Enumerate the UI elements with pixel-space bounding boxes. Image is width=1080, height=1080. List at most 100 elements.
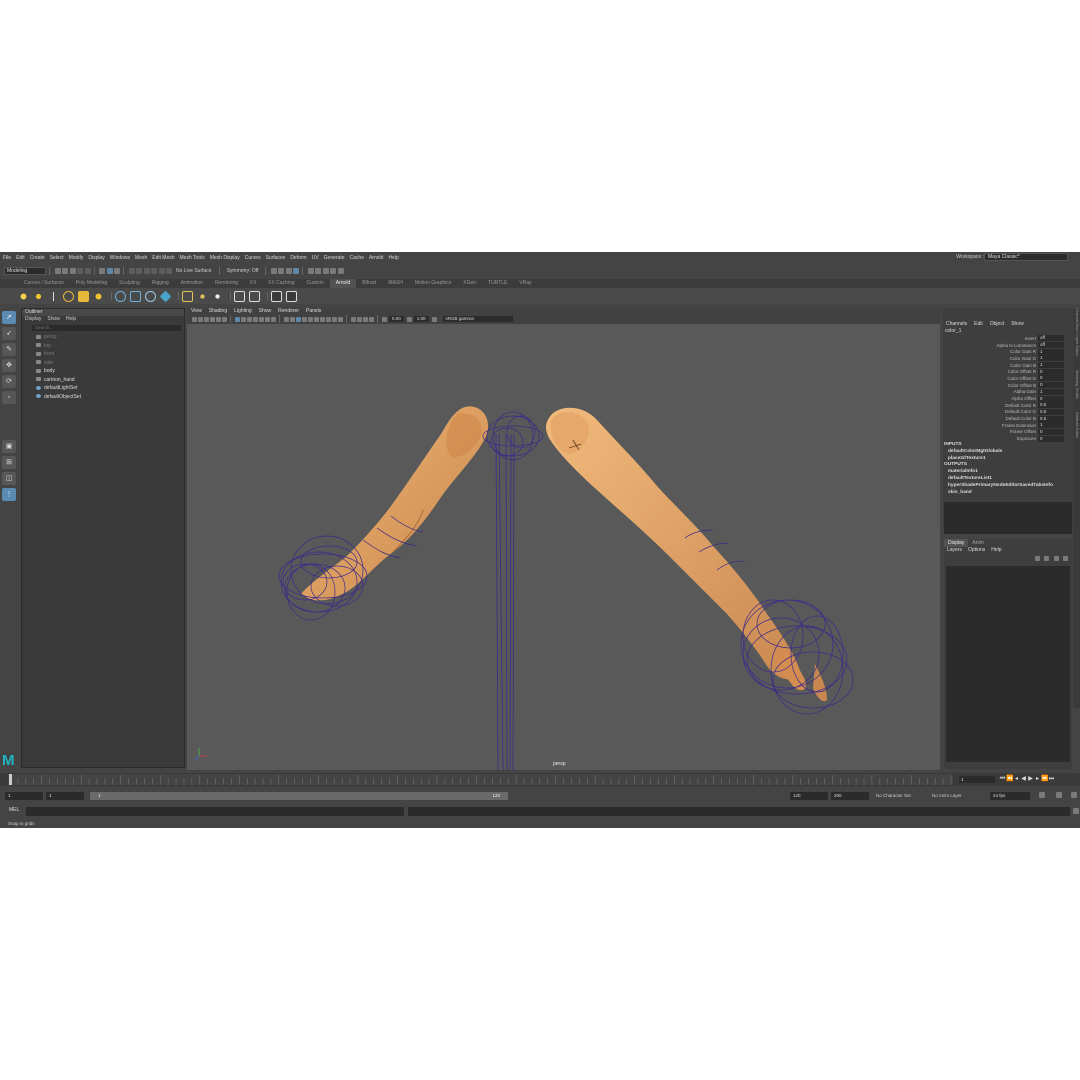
shelf-tab-vray[interactable]: VRay bbox=[513, 279, 537, 288]
viewport-menu-shading[interactable]: Shading bbox=[209, 308, 227, 314]
skydome-light-icon[interactable] bbox=[18, 290, 29, 302]
menu-mesh-tools[interactable]: Mesh Tools bbox=[180, 255, 205, 261]
select-tool-icon[interactable]: ➚ bbox=[2, 311, 16, 324]
symmetry-field[interactable]: Symmetry: Off bbox=[227, 268, 259, 274]
wireframe-on-shaded-icon[interactable] bbox=[296, 316, 301, 322]
light-portal-icon[interactable] bbox=[78, 290, 89, 302]
snap-point-icon[interactable] bbox=[143, 267, 150, 274]
shelf-tab-bifrost[interactable]: Bifrost bbox=[356, 279, 382, 288]
output-node[interactable]: hyperShadePrimaryNodeEditorSavedTabsInfo bbox=[943, 483, 1078, 490]
channel-attr-value[interactable]: 0.5 bbox=[1038, 415, 1064, 422]
camera-attr-icon[interactable] bbox=[198, 316, 203, 322]
channel-attr-row[interactable]: Alpha Is Luminance off bbox=[943, 342, 1078, 349]
current-frame-field[interactable]: 1 bbox=[959, 776, 995, 783]
outliner-menu-display[interactable]: Display bbox=[25, 316, 41, 322]
layer-tab-display[interactable]: Display bbox=[944, 539, 969, 547]
xray-active-icon[interactable] bbox=[369, 316, 374, 322]
step-forward-key-icon[interactable]: ⏩ bbox=[1041, 776, 1048, 783]
render-frame-icon[interactable] bbox=[285, 267, 292, 274]
smooth-shade-icon[interactable] bbox=[290, 316, 295, 322]
step-back-icon[interactable]: ◂ bbox=[1013, 776, 1020, 783]
channel-attr-value[interactable]: 0 bbox=[1038, 435, 1064, 442]
channel-attr-value[interactable]: 0 bbox=[1038, 395, 1064, 402]
input-node[interactable]: defaultColorMgtGlobals bbox=[943, 449, 1078, 456]
outliner-menu-show[interactable]: Show bbox=[47, 316, 60, 322]
shelf-tab-custom[interactable]: Custom bbox=[301, 279, 330, 288]
shelf-tab-motion-graphics[interactable]: Motion Graphics bbox=[409, 279, 457, 288]
menu-generate[interactable]: Generate bbox=[324, 255, 345, 261]
shelf-tab-fx[interactable]: FX bbox=[244, 279, 262, 288]
channel-attr-row[interactable]: Exposure 0 bbox=[943, 435, 1078, 442]
standin-icon[interactable] bbox=[115, 290, 126, 302]
fps-dropdown[interactable]: 24 fps bbox=[990, 791, 1030, 800]
layer-up-icon[interactable] bbox=[1034, 556, 1040, 561]
menu-uv[interactable]: UV bbox=[312, 255, 319, 261]
menu-help[interactable]: Help bbox=[388, 255, 398, 261]
outliner-item[interactable]: defaultObjectSet bbox=[22, 393, 184, 402]
viewport-panel[interactable]: View Shading Lighting Show Renderer Panels bbox=[187, 308, 940, 770]
open-scene-icon[interactable] bbox=[62, 267, 68, 274]
shadows-icon[interactable] bbox=[314, 316, 319, 322]
new-scene-icon[interactable] bbox=[54, 267, 61, 274]
isolate-select-icon[interactable] bbox=[351, 316, 356, 322]
side-tab[interactable]: Channel Box / Layer Editor bbox=[1075, 308, 1080, 356]
live-surface-field[interactable]: No Live Surface bbox=[176, 268, 212, 274]
scale-tool-icon[interactable]: ▫ bbox=[2, 391, 16, 404]
use-lights-icon[interactable] bbox=[308, 316, 313, 322]
channel-menu-channels[interactable]: Channels bbox=[946, 321, 967, 327]
select-object-icon[interactable] bbox=[106, 267, 113, 274]
outliner-item[interactable]: side bbox=[22, 359, 184, 368]
outliner-item[interactable]: body bbox=[22, 367, 184, 376]
gamma-field[interactable]: 1.00 bbox=[413, 316, 429, 322]
auto-key-icon[interactable] bbox=[1055, 792, 1062, 798]
channel-attr-value[interactable]: off bbox=[1038, 342, 1064, 349]
layer-menu-help[interactable]: Help bbox=[991, 547, 1001, 553]
channel-attr-value[interactable]: 1 bbox=[1038, 422, 1064, 429]
playback-start-field[interactable]: 1 bbox=[5, 791, 43, 800]
mel-label[interactable]: MEL bbox=[9, 807, 19, 813]
channel-attr-value[interactable]: 0 bbox=[1038, 382, 1064, 389]
output-node[interactable]: defaultTextureList1 bbox=[943, 476, 1078, 483]
viewport-scene[interactable] bbox=[187, 324, 940, 770]
outliner-layout-icon[interactable]: ⋮ bbox=[2, 488, 16, 501]
output-node[interactable]: skin_hand bbox=[943, 490, 1078, 497]
layer-menu-options[interactable]: Options bbox=[968, 547, 985, 553]
channel-attr-row[interactable]: Color Gain G1 bbox=[943, 355, 1078, 362]
menu-edit-mesh[interactable]: Edit Mesh bbox=[152, 255, 174, 261]
hypershade-icon[interactable] bbox=[315, 267, 322, 274]
history-icon[interactable] bbox=[270, 267, 277, 274]
preferences-icon[interactable] bbox=[1070, 792, 1077, 798]
time-ticks[interactable] bbox=[8, 774, 953, 785]
move-tool-icon[interactable]: ✥ bbox=[2, 359, 16, 372]
new-layer-selected-icon[interactable] bbox=[1063, 556, 1068, 561]
shelf-tab-sculpting[interactable]: Sculpting bbox=[113, 279, 146, 288]
motion-blur-icon[interactable] bbox=[326, 316, 331, 322]
xray-icon[interactable] bbox=[357, 316, 362, 322]
channel-menu-show[interactable]: Show bbox=[1011, 321, 1024, 327]
select-component-icon[interactable] bbox=[114, 267, 120, 274]
channel-attr-row[interactable]: Default Color B 0.5 bbox=[943, 415, 1078, 422]
channel-menu-edit[interactable]: Edit bbox=[974, 321, 983, 327]
menu-surfaces[interactable]: Surfaces bbox=[266, 255, 286, 261]
outliner-item[interactable]: top bbox=[22, 342, 184, 351]
shelf-tab-xgen[interactable]: XGen bbox=[457, 279, 482, 288]
volume-icon[interactable] bbox=[130, 290, 141, 302]
toon-icon[interactable] bbox=[197, 290, 208, 302]
safe-title-icon[interactable] bbox=[271, 316, 276, 322]
loop-icon[interactable] bbox=[1038, 792, 1045, 798]
paint-select-icon[interactable]: ✎ bbox=[2, 343, 16, 356]
shelf-tab-animation[interactable]: Animation bbox=[175, 279, 209, 288]
pause-icon[interactable] bbox=[337, 267, 344, 274]
lasso-tool-icon[interactable]: ➶ bbox=[2, 327, 16, 340]
exposure-icon[interactable] bbox=[382, 316, 387, 322]
snap-view-icon[interactable] bbox=[158, 267, 165, 274]
channel-attr-row[interactable]: Color Offset B0 bbox=[943, 382, 1078, 389]
output-node[interactable]: materialInfo1 bbox=[943, 469, 1078, 476]
shelf-tab-turtle[interactable]: TURTLE bbox=[482, 279, 513, 288]
channel-attr-row[interactable]: Frame Extension 1 bbox=[943, 422, 1078, 429]
undo-icon[interactable] bbox=[77, 267, 83, 274]
menu-curves[interactable]: Curves bbox=[245, 255, 261, 261]
play-back-icon[interactable]: ◀ bbox=[1020, 776, 1027, 783]
layer-tab-anim[interactable]: Anim bbox=[968, 539, 987, 547]
shelf-tab-rendering[interactable]: Rendering bbox=[209, 279, 244, 288]
